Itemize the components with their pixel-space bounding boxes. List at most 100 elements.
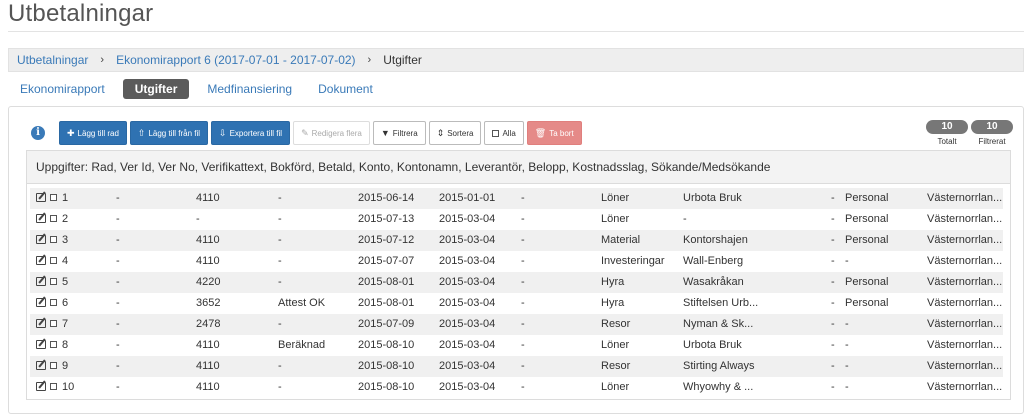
cell-konto: - xyxy=(521,234,525,246)
cell-leverantor: Whyowhy & ... xyxy=(683,381,754,393)
info-icon[interactable]: i xyxy=(31,126,45,140)
tab-medfinansiering[interactable]: Medfinansiering xyxy=(199,79,300,99)
sort-button[interactable]: ⇕ Sortera xyxy=(428,121,482,145)
cell-rad: 9 xyxy=(62,360,69,372)
cell-rad: 1 xyxy=(62,192,69,204)
cell-kontonamn: Resor xyxy=(601,360,631,372)
sort-icon: ⇕ xyxy=(436,127,445,138)
table-body: 1 - 4110 - 2015-06-14 2015-01-01 - Löner Urbota … xyxy=(30,188,1003,398)
cell-kostnadsslag: Personal xyxy=(845,297,889,309)
cell-betald: 2015-03-04 xyxy=(439,297,496,309)
cell-rad: 6 xyxy=(62,297,69,309)
table-row[interactable]: 5 - 4220 - 2015-08-01 2015-03-04 - Hyra Wasakråk… xyxy=(30,272,1003,293)
add-row-button[interactable]: ✚ Lägg till rad xyxy=(59,121,127,145)
breadcrumb-link-ekonomirapport[interactable]: Ekonomirapport 6 (2017-07-01 - 2017-07-0… xyxy=(116,53,355,67)
row-checkbox[interactable] xyxy=(50,215,57,222)
count-badges: 10 Totalt 10 Filtrerat xyxy=(926,120,1016,146)
tab-dokument[interactable]: Dokument xyxy=(310,79,381,99)
edit-icon[interactable] xyxy=(36,382,46,391)
edit-icon[interactable] xyxy=(36,319,46,328)
cell-kontonamn: Löner xyxy=(601,381,630,393)
cell-konto: - xyxy=(521,192,525,204)
edit-icon[interactable] xyxy=(36,256,46,265)
cell-kontonamn: Resor xyxy=(601,318,631,330)
tab-utgifter[interactable]: Utgifter xyxy=(122,79,190,99)
table-row[interactable]: 10 - 4110 - 2015-08-10 2015-03-04 - Löner Whyowh… xyxy=(30,377,1003,398)
cell-bokford: 2015-08-10 xyxy=(358,339,415,351)
edit-icon[interactable] xyxy=(36,214,46,223)
cell-rad: 8 xyxy=(62,339,69,351)
cell-verifikattext: - xyxy=(278,381,282,393)
row-checkbox[interactable] xyxy=(50,278,57,285)
row-checkbox[interactable] xyxy=(50,341,57,348)
cell-ver-no: 4110 xyxy=(196,192,220,204)
edit-icon[interactable] xyxy=(36,298,46,307)
edit-icon[interactable] xyxy=(36,361,46,370)
cell-leverantor: Wall-Enberg xyxy=(683,255,744,267)
table-row[interactable]: 4 - 4110 - 2015-07-07 2015-03-04 - Investeringa… xyxy=(30,251,1003,272)
breadcrumb-separator: › xyxy=(367,54,372,66)
edit-icon[interactable] xyxy=(36,193,46,202)
cell-belopp: - xyxy=(831,339,835,351)
row-checkbox[interactable] xyxy=(50,257,57,264)
cell-ver-id: - xyxy=(116,213,120,225)
table-row[interactable]: 3 - 4110 - 2015-07-12 2015-03-04 - Material Kont… xyxy=(30,230,1003,251)
delete-button[interactable]: 🗑 Ta bort xyxy=(526,121,582,145)
cell-leverantor: Urbota Bruk xyxy=(683,339,742,351)
cell-ver-no: - xyxy=(196,213,200,225)
row-checkbox[interactable] xyxy=(50,236,57,243)
edit-multiple-button[interactable]: ✎ Redigera flera xyxy=(293,121,370,145)
edit-icon[interactable] xyxy=(36,235,46,244)
row-checkbox[interactable] xyxy=(50,320,57,327)
cell-ver-no: 4110 xyxy=(196,255,220,267)
cell-kontonamn: Material xyxy=(601,234,641,246)
table-row[interactable]: 6 - 3652 Attest OK 2015-08-01 2015-03-04 - Hyra… xyxy=(30,293,1003,314)
cell-konto: - xyxy=(521,297,525,309)
filtered-count-label: Filtrerat xyxy=(978,137,1006,146)
cell-bokford: 2015-07-07 xyxy=(358,255,415,267)
cell-ver-id: - xyxy=(116,192,120,204)
add-from-file-button[interactable]: ⇧ Lägg till från fil xyxy=(129,121,209,145)
edit-icon[interactable] xyxy=(36,340,46,349)
edit-icon[interactable] xyxy=(36,277,46,286)
cell-verifikattext: - xyxy=(278,192,282,204)
cell-belopp: - xyxy=(831,318,835,330)
cell-ver-id: - xyxy=(116,318,120,330)
table-row[interactable]: 8 - 4110 Beräknad 2015-08-10 2015-03-04 - Löner… xyxy=(30,335,1003,356)
total-count: 10 Totalt xyxy=(926,120,968,146)
cell-betald: 2015-01-01 xyxy=(439,192,496,204)
breadcrumb-link-utbetalningar[interactable]: Utbetalningar xyxy=(17,53,88,67)
cell-betald: 2015-03-04 xyxy=(439,255,496,267)
cell-betald: 2015-03-04 xyxy=(439,339,496,351)
cell-verifikattext: Attest OK xyxy=(278,297,326,309)
row-checkbox[interactable] xyxy=(50,194,57,201)
table-row[interactable]: 1 - 4110 - 2015-06-14 2015-01-01 - Löner Urbota … xyxy=(30,188,1003,209)
tab-ekonomirapport[interactable]: Ekonomirapport xyxy=(12,79,113,99)
cell-sokande: Västernorrlan... xyxy=(927,381,1003,393)
cell-konto: - xyxy=(521,360,525,372)
row-checkbox[interactable] xyxy=(50,299,57,306)
cell-belopp: - xyxy=(831,276,835,288)
cell-betald: 2015-03-04 xyxy=(439,234,496,246)
cell-bokford: 2015-06-14 xyxy=(358,192,415,204)
cell-verifikattext: - xyxy=(278,276,282,288)
table-row[interactable]: 7 - 2478 - 2015-07-09 2015-03-04 - Resor Nyman &… xyxy=(30,314,1003,335)
table-row[interactable]: 2- - -2015-07-13 2015-03-04- Löner - - Personal… xyxy=(30,209,1003,230)
row-checkbox[interactable] xyxy=(50,362,57,369)
cell-ver-no: 2478 xyxy=(196,318,221,330)
filter-label: Filtrera xyxy=(392,128,418,138)
select-all-button[interactable]: Alla xyxy=(484,121,524,145)
cell-kostnadsslag: Personal xyxy=(845,213,889,225)
export-to-file-button[interactable]: ⇩ Exportera till fil xyxy=(211,121,291,145)
cell-leverantor: Stirting Always xyxy=(683,360,755,372)
table-row[interactable]: 9 - 4110 - 2015-08-10 2015-03-04 - Resor Stirtin… xyxy=(30,356,1003,377)
toolbar: ✚ Lägg till rad ⇧ Lägg till från fil ⇩ E… xyxy=(59,121,585,145)
filter-button[interactable]: ▼ Filtrera xyxy=(372,121,426,145)
plus-icon: ✚ xyxy=(67,127,75,138)
cell-verifikattext: Beräknad xyxy=(278,339,326,351)
cell-konto: - xyxy=(521,318,525,330)
row-checkbox[interactable] xyxy=(50,383,57,390)
filtered-count-badge: 10 xyxy=(971,120,1013,134)
cell-verifikattext: - xyxy=(278,213,282,225)
cell-betald: 2015-03-04 xyxy=(439,381,496,393)
